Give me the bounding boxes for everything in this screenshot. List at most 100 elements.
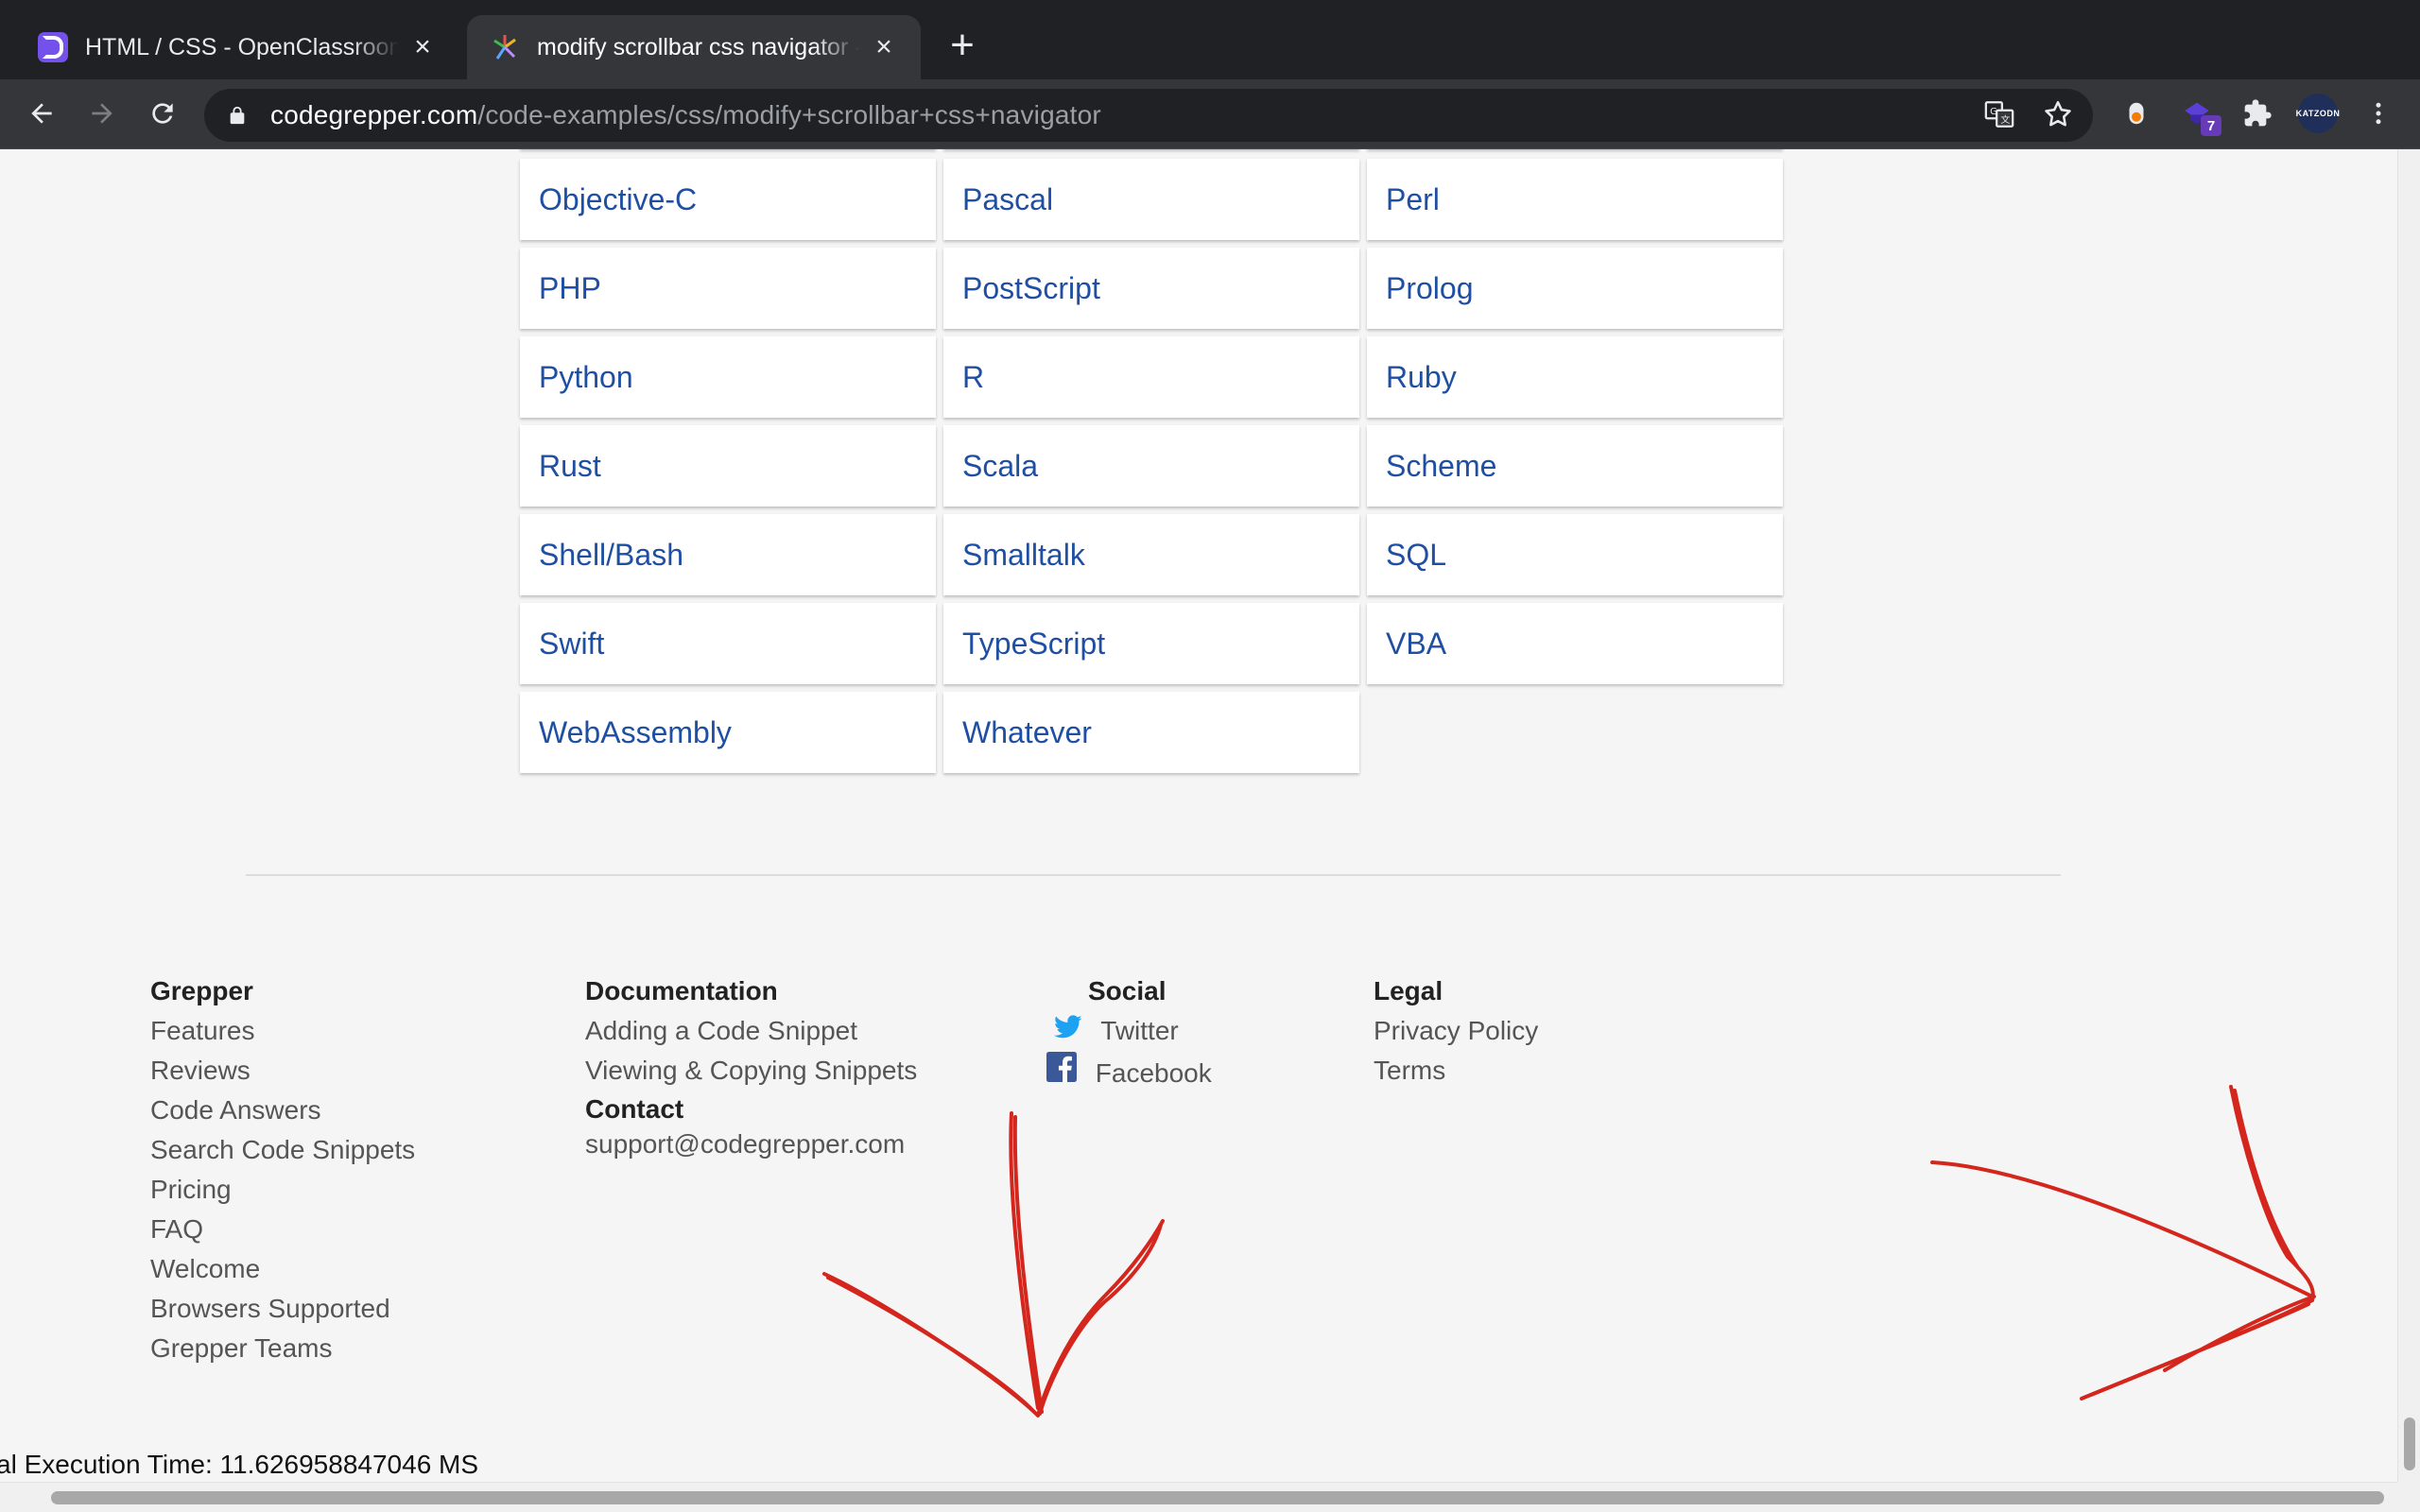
language-link[interactable]: PHP bbox=[539, 271, 601, 306]
footer-link-twitter[interactable]: Twitter bbox=[1045, 1011, 1212, 1051]
reload-button[interactable] bbox=[142, 93, 183, 134]
language-card[interactable]: WebAssembly bbox=[520, 692, 936, 773]
footer-social: Social Twitter Facebook bbox=[1045, 971, 1212, 1093]
language-card[interactable]: PostScript bbox=[943, 248, 1359, 329]
svg-text:G: G bbox=[1990, 107, 1997, 117]
language-link[interactable]: Perl bbox=[1386, 182, 1440, 217]
url-path: /code-examples/css/modify+scrollbar+css+… bbox=[477, 100, 1101, 129]
language-link[interactable]: Python bbox=[539, 360, 633, 395]
tab-strip: HTML / CSS - OpenClassrooms × modify scr… bbox=[0, 0, 2420, 79]
footer-legal-heading: Legal bbox=[1374, 976, 1443, 1005]
twitter-icon bbox=[1052, 1011, 1084, 1043]
language-link[interactable]: Smalltalk bbox=[962, 538, 1085, 573]
arrow-left-icon bbox=[31, 103, 52, 124]
grepper-icon bbox=[490, 32, 520, 62]
footer-link-facebook[interactable]: Facebook bbox=[1045, 1051, 1212, 1093]
url-text: codegrepper.com/code-examples/css/modify… bbox=[270, 100, 1101, 130]
footer-legal: Legal Privacy Policy Terms bbox=[1374, 971, 1538, 1091]
url-host: codegrepper.com bbox=[270, 100, 478, 129]
star-icon[interactable] bbox=[2042, 98, 2074, 130]
profile-avatar[interactable]: KATZODN bbox=[2296, 93, 2340, 134]
tab-title: HTML / CSS - OpenClassrooms bbox=[85, 33, 399, 60]
footer-link-welcome[interactable]: Welcome bbox=[150, 1249, 415, 1289]
extension-fire-icon[interactable] bbox=[2116, 93, 2157, 134]
language-link[interactable]: PostScript bbox=[962, 271, 1100, 306]
footer-grepper: Grepper Features Reviews Code Answers Se… bbox=[150, 971, 415, 1368]
footer-contact-email[interactable]: support@codegrepper.com bbox=[585, 1125, 917, 1164]
page-content: Objective-C Pascal Perl PHP PostScript Prolog… bbox=[0, 149, 2397, 1482]
menu-kebab-icon[interactable] bbox=[2358, 93, 2399, 134]
language-card[interactable]: PHP bbox=[520, 248, 936, 329]
language-link[interactable]: Prolog bbox=[1386, 271, 1474, 306]
tab-openclassrooms[interactable]: HTML / CSS - OpenClassrooms × bbox=[15, 15, 459, 79]
language-card[interactable]: TypeScript bbox=[943, 603, 1359, 684]
language-card[interactable]: VBA bbox=[1367, 603, 1783, 684]
language-link[interactable]: Pascal bbox=[962, 182, 1053, 217]
language-card[interactable]: Rust bbox=[520, 425, 936, 507]
language-card[interactable]: Prolog bbox=[1367, 248, 1783, 329]
language-card[interactable]: Pascal bbox=[943, 159, 1359, 240]
language-link[interactable]: Ruby bbox=[1386, 360, 1457, 395]
footer-link-pricing[interactable]: Pricing bbox=[150, 1170, 415, 1210]
footer-link-viewing-snippets[interactable]: Viewing & Copying Snippets bbox=[585, 1051, 917, 1091]
language-link[interactable]: Swift bbox=[539, 627, 604, 662]
close-icon[interactable]: × bbox=[870, 31, 898, 62]
footer-documentation-heading: Documentation bbox=[585, 976, 778, 1005]
language-card[interactable]: Scala bbox=[943, 425, 1359, 507]
language-card[interactable]: Swift bbox=[520, 603, 936, 684]
footer-link-terms[interactable]: Terms bbox=[1374, 1051, 1538, 1091]
language-link[interactable]: Scala bbox=[962, 449, 1038, 484]
back-button[interactable] bbox=[21, 93, 62, 134]
footer-link-search-code-snippets[interactable]: Search Code Snippets bbox=[150, 1130, 415, 1170]
language-card[interactable]: Objective-C bbox=[520, 159, 936, 240]
language-link[interactable]: Objective-C bbox=[539, 182, 697, 217]
language-card[interactable]: Perl bbox=[1367, 159, 1783, 240]
extensions-puzzle-icon[interactable] bbox=[2237, 93, 2278, 134]
tab-grepper[interactable]: modify scrollbar css navigator - Grepper… bbox=[467, 15, 921, 79]
footer-contact-heading: Contact bbox=[585, 1094, 684, 1124]
horizontal-scrollbar-thumb[interactable] bbox=[51, 1491, 2384, 1504]
language-card[interactable]: Python bbox=[520, 336, 936, 418]
language-card[interactable]: Ruby bbox=[1367, 336, 1783, 418]
language-card[interactable]: Whatever bbox=[943, 692, 1359, 773]
vertical-scrollbar[interactable] bbox=[2397, 149, 2420, 1482]
svg-text:文: 文 bbox=[2000, 113, 2010, 126]
forward-button[interactable] bbox=[81, 93, 123, 134]
language-card[interactable]: SQL bbox=[1367, 514, 1783, 595]
footer-link-faq[interactable]: FAQ bbox=[150, 1210, 415, 1249]
language-link[interactable]: Whatever bbox=[962, 715, 1092, 750]
language-link[interactable]: Shell/Bash bbox=[539, 538, 683, 573]
language-link[interactable]: Scheme bbox=[1386, 449, 1496, 484]
footer-link-privacy-policy[interactable]: Privacy Policy bbox=[1374, 1011, 1538, 1051]
avatar-text: KATZODN bbox=[2296, 94, 2340, 133]
language-link[interactable]: VBA bbox=[1386, 627, 1446, 662]
footer-link-code-answers[interactable]: Code Answers bbox=[150, 1091, 415, 1130]
language-link[interactable]: SQL bbox=[1386, 538, 1446, 573]
footer-link-adding-snippet[interactable]: Adding a Code Snippet bbox=[585, 1011, 917, 1051]
footer-divider bbox=[246, 874, 2061, 876]
language-card[interactable]: Scheme bbox=[1367, 425, 1783, 507]
footer-link-reviews[interactable]: Reviews bbox=[150, 1051, 415, 1091]
language-card[interactable]: Smalltalk bbox=[943, 514, 1359, 595]
footer-documentation: Documentation Adding a Code Snippet View… bbox=[585, 971, 917, 1164]
language-card[interactable]: R bbox=[943, 336, 1359, 418]
language-card[interactable]: Shell/Bash bbox=[520, 514, 936, 595]
translate-icon[interactable]: G文 bbox=[1983, 98, 2015, 130]
footer-link-browsers-supported[interactable]: Browsers Supported bbox=[150, 1289, 415, 1329]
footer-link-grepper-teams[interactable]: Grepper Teams bbox=[150, 1329, 415, 1368]
language-link[interactable]: Rust bbox=[539, 449, 601, 484]
language-link[interactable]: R bbox=[962, 360, 984, 395]
horizontal-scrollbar[interactable] bbox=[0, 1482, 2397, 1512]
new-tab-button[interactable]: + bbox=[942, 25, 983, 68]
address-bar[interactable]: codegrepper.com/code-examples/css/modify… bbox=[204, 89, 2093, 142]
footer-link-features[interactable]: Features bbox=[150, 1011, 415, 1051]
reload-icon bbox=[152, 103, 173, 124]
language-link[interactable]: WebAssembly bbox=[539, 715, 732, 750]
footer-grepper-heading: Grepper bbox=[150, 976, 253, 1005]
language-link[interactable]: TypeScript bbox=[962, 627, 1105, 662]
extension-badge-icon[interactable]: 7 bbox=[2176, 93, 2221, 136]
close-icon[interactable]: × bbox=[408, 31, 437, 62]
vertical-scrollbar-thumb[interactable] bbox=[2404, 1418, 2415, 1470]
extension-badge-count: 7 bbox=[2201, 115, 2221, 136]
scrollbar-corner bbox=[2397, 1482, 2420, 1512]
